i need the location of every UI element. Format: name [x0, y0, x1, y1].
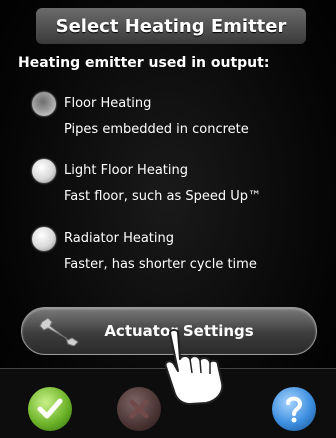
option-floor-heating[interactable]: Floor Heating Pipes embedded in concrete	[16, 90, 316, 140]
option-label: Floor Heating	[64, 96, 152, 111]
option-light-floor-heating[interactable]: Light Floor Heating Fast floor, such as …	[16, 157, 316, 207]
option-radiator-heating[interactable]: Radiator Heating Faster, has shorter cyc…	[16, 225, 316, 275]
help-button[interactable]	[272, 387, 316, 431]
checkmark-icon	[37, 398, 63, 419]
radio-floor-heating[interactable]	[32, 92, 56, 116]
ok-button[interactable]	[28, 387, 72, 431]
option-label: Radiator Heating	[64, 231, 175, 246]
cancel-button[interactable]	[117, 387, 161, 431]
option-description: Faster, has shorter cycle time	[64, 257, 257, 272]
pointing-hand-icon	[164, 329, 224, 405]
x-icon	[129, 399, 149, 419]
heating-emitter-screen: Select Heating Emitter Heating emitter u…	[0, 0, 336, 438]
option-description: Fast floor, such as Speed Up™	[64, 189, 262, 204]
question-mark-icon	[286, 396, 303, 423]
prompt-label: Heating emitter used in output:	[18, 55, 270, 71]
option-description: Pipes embedded in concrete	[64, 122, 249, 137]
title-bar: Select Heating Emitter	[36, 8, 306, 44]
page-title: Select Heating Emitter	[55, 15, 287, 37]
radio-radiator-heating[interactable]	[32, 227, 56, 251]
radio-light-floor-heating[interactable]	[32, 159, 56, 183]
option-label: Light Floor Heating	[64, 163, 188, 178]
